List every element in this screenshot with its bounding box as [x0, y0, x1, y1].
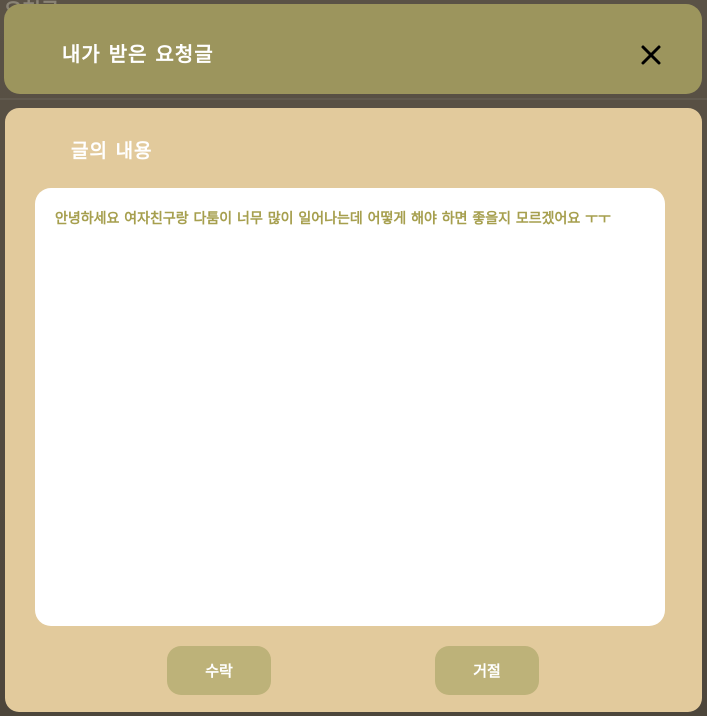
- background-divider: [0, 98, 707, 100]
- close-icon: [641, 45, 661, 65]
- request-content-box: 안녕하세요 여자친구랑 다툼이 너무 많이 일어나는데 어떻게 해야 하면 좋을…: [35, 188, 665, 626]
- request-content-text: 안녕하세요 여자친구랑 다툼이 너무 많이 일어나는데 어떻게 해야 하면 좋을…: [55, 211, 611, 227]
- request-panel: 글의 내용 안녕하세요 여자친구랑 다툼이 너무 많이 일어나는데 어떻게 해야…: [5, 108, 702, 712]
- close-button[interactable]: [638, 42, 664, 68]
- accept-button[interactable]: 수락: [167, 646, 271, 695]
- reject-button[interactable]: 거절: [435, 646, 539, 695]
- modal-title: 내가 받은 요청글: [62, 42, 214, 66]
- content-section-label: 글의 내용: [71, 140, 153, 162]
- modal-header: 내가 받은 요청글: [4, 4, 702, 94]
